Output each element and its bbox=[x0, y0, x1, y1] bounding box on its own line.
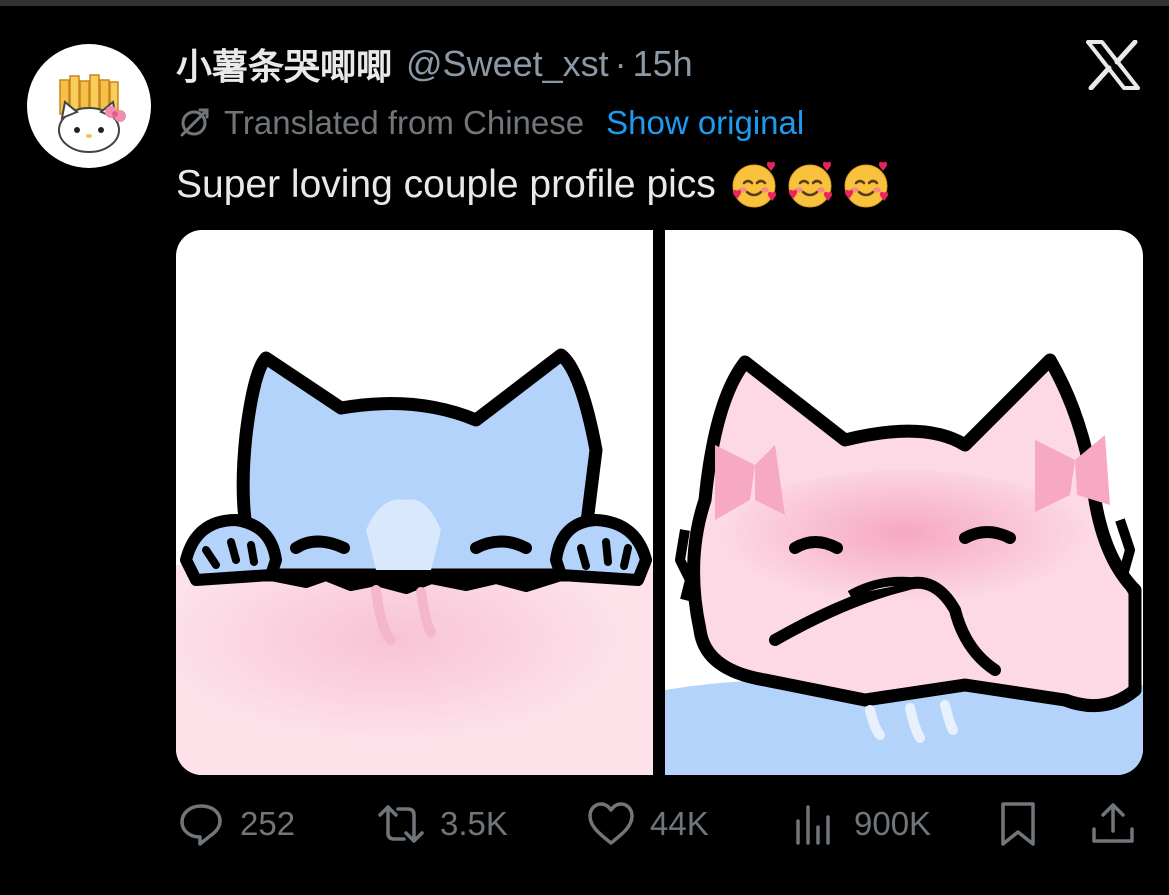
display-name[interactable]: 小薯条哭唧唧 bbox=[176, 38, 392, 90]
views-count: 900K bbox=[854, 805, 932, 842]
reply-button[interactable]: 252 bbox=[176, 796, 295, 852]
blue-cat-illustration bbox=[176, 230, 653, 775]
separator-dot: · bbox=[614, 43, 627, 84]
share-icon bbox=[1092, 803, 1134, 843]
pink-cat-illustration bbox=[665, 230, 1143, 775]
top-divider bbox=[0, 0, 1169, 6]
user-handle[interactable]: @Sweet_xst bbox=[406, 43, 609, 85]
tweet-media[interactable] bbox=[176, 230, 1143, 775]
smiling-face-with-hearts-icon bbox=[732, 161, 776, 208]
tweet-text: Super loving couple profile pics bbox=[176, 158, 892, 212]
translated-label: Translated from Chinese bbox=[224, 104, 585, 141]
like-count: 44K bbox=[650, 805, 709, 842]
hello-kitty-fries-avatar-icon bbox=[58, 74, 126, 153]
media-image-blue-cat[interactable] bbox=[176, 230, 653, 775]
heart-icon bbox=[588, 802, 634, 845]
x-logo-icon[interactable] bbox=[1086, 40, 1140, 90]
avatar[interactable] bbox=[27, 44, 151, 168]
repost-count: 3.5K bbox=[440, 805, 508, 842]
smiling-face-with-hearts-icon bbox=[844, 161, 888, 208]
reply-icon bbox=[180, 804, 222, 846]
smiling-face-with-hearts-icon bbox=[788, 161, 832, 208]
repost-icon bbox=[378, 805, 424, 843]
reply-count: 252 bbox=[240, 805, 296, 842]
views-icon bbox=[796, 805, 830, 845]
translate-icon bbox=[180, 108, 209, 137]
views-button[interactable]: 900K bbox=[790, 796, 931, 852]
action-bar: 252 3.5K 44K 900K bbox=[176, 796, 1143, 852]
tweet-header: 小薯条哭唧唧 @Sweet_xst · 15h bbox=[176, 36, 693, 92]
bookmark-button[interactable] bbox=[993, 796, 1043, 852]
tweet-body: Super loving couple profile pics bbox=[176, 163, 716, 206]
like-button[interactable]: 44K bbox=[586, 796, 709, 852]
share-button[interactable] bbox=[1088, 796, 1138, 852]
translation-notice: Translated from Chinese Show original bbox=[176, 100, 804, 146]
repost-button[interactable]: 3.5K bbox=[376, 796, 508, 852]
bookmark-icon bbox=[1001, 802, 1035, 846]
media-image-pink-cat[interactable] bbox=[665, 230, 1143, 775]
timestamp[interactable]: 15h bbox=[633, 43, 693, 85]
emoji-group bbox=[728, 159, 892, 211]
show-original-link[interactable]: Show original bbox=[606, 104, 804, 142]
